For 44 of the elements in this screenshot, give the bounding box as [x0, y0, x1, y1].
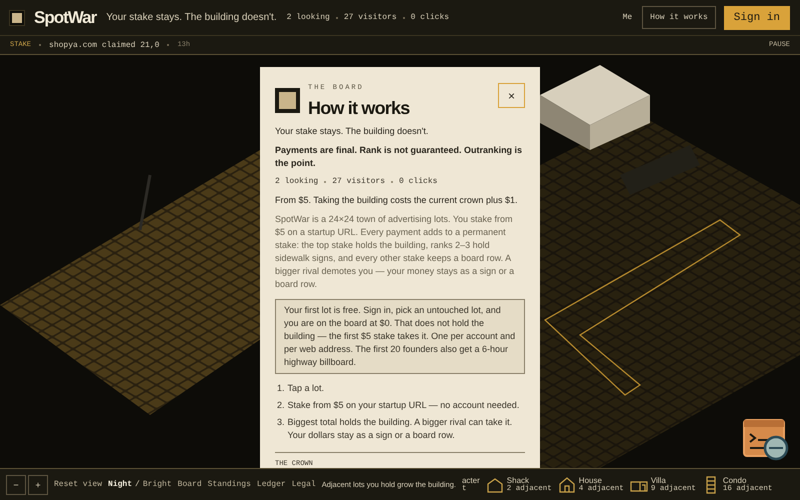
tagline: Your stake stays. The building doesn't. [106, 12, 277, 23]
step-number: 1. [277, 382, 285, 396]
profile-link[interactable]: Me [620, 11, 634, 24]
reset-view-link[interactable]: Reset view [54, 480, 102, 489]
legend-name: Shack [506, 476, 530, 485]
footer-link[interactable]: Board [178, 480, 202, 489]
zoom-in-button[interactable]: + [28, 474, 48, 494]
board-icon [275, 88, 300, 114]
footer-link[interactable]: Standings [208, 480, 251, 489]
stat-text: 27 visitors [344, 13, 397, 22]
lead-text: Your stake stays. The building doesn't. [275, 124, 430, 138]
notice-text: Payments are final. Rank is not guaranteed. Outranking is the point. [275, 144, 524, 170]
logo-icon [10, 10, 24, 24]
zoom-out-button[interactable]: − [6, 474, 26, 494]
stat-text: 2 looking [286, 13, 330, 22]
step-number: 3. [277, 416, 285, 430]
step-number: 2. [277, 399, 285, 412]
footer-link[interactable]: Ledger [256, 480, 286, 489]
help-button[interactable]: How it works [642, 6, 716, 29]
stat-text: 0 clicks [410, 13, 450, 22]
description-text: SpotWar is a 24×24 town of advertising lots. You stake from $5 on a startup URL. Every payment adds to a permanent stake: the top stake holds the building, ranks 2–3 hold sidewalk signs, and every other stake keeps a board row. A bigger rival demotes you — your money stays as a sign or a board row. [275, 212, 516, 291]
step-text: Stake from $5 on your startup URL — no account needed. [288, 399, 520, 412]
legend-name: Villa [650, 476, 666, 485]
ticker-message: shopya.com claimed 21,0 [49, 40, 160, 50]
legend-name: House [578, 476, 602, 485]
stat-text: 2 looking [275, 176, 318, 188]
stat-text: 27 visitors [332, 176, 386, 188]
free-lot-callout: Your first lot is free. Sign in, pick an untouched lot, and you are on the board at $0. That does not hold the building — the first $5 stake takes it. One per account and per web address. The first 20 founders also get a 6-hour highway billboard. [275, 299, 525, 374]
dialog-title: How it works [308, 99, 410, 119]
footer-link[interactable]: Legal [292, 480, 316, 489]
close-button[interactable]: × [498, 83, 525, 108]
theme-option[interactable]: Bright [142, 480, 172, 489]
theme-option[interactable]: Night [108, 480, 132, 489]
stat-text: 0 clicks [399, 176, 438, 188]
legend-name: Condo [722, 476, 746, 485]
pricing-text: From $5. Taking the building costs the current crown plus $1. [275, 194, 518, 207]
step-text: Biggest total holds the building. A bigger rival can take it. Your dollars stay as a sign or a board row. [288, 416, 514, 442]
legend-name: acter [462, 476, 480, 485]
separator-text: / [135, 480, 140, 489]
app-logo: SpotWar [34, 8, 96, 28]
house-icon [558, 476, 576, 494]
shack-icon [486, 476, 504, 494]
sign-in-button[interactable]: Sign in [724, 6, 790, 30]
step-text: Tap a lot. [288, 382, 324, 396]
